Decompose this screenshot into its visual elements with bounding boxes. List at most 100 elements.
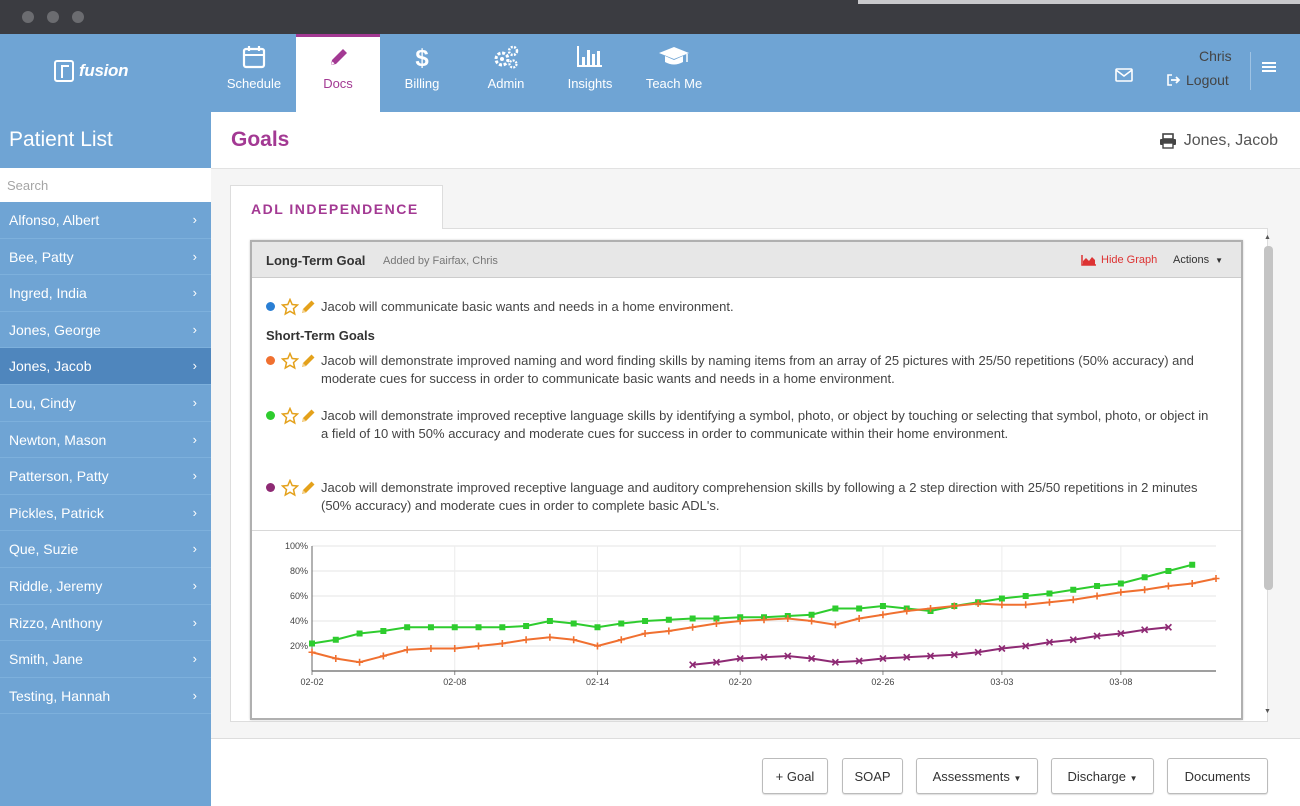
patient-list-item[interactable]: Smith, Jane › bbox=[0, 641, 211, 678]
short-term-goals-label: Short-Term Goals bbox=[266, 328, 375, 343]
calendar-icon bbox=[242, 46, 266, 69]
chart-y-tick-label: 40% bbox=[290, 616, 308, 626]
patient-name: Testing, Hannah bbox=[9, 687, 111, 704]
chart-data-point bbox=[356, 630, 363, 637]
patient-name: Ingred, India bbox=[9, 285, 87, 302]
goal-card-title: Long-Term Goal bbox=[266, 253, 366, 268]
printer-icon[interactable] bbox=[1159, 133, 1177, 149]
patient-list: Alfonso, Albert › Bee, Patty › Ingred, Ind… bbox=[0, 202, 211, 715]
nav-tab-label: Teach Me bbox=[645, 76, 703, 91]
discharge-dropdown[interactable]: Discharge ▼ bbox=[1051, 758, 1154, 794]
fusion-logo[interactable]: fusion bbox=[54, 60, 129, 82]
soap-button[interactable]: SOAP bbox=[842, 758, 903, 794]
patient-name: Jones, George bbox=[9, 321, 101, 338]
actions-label: Actions bbox=[1173, 254, 1210, 266]
short-term-goal-row: Jacob will demonstrate improved receptiv… bbox=[266, 407, 1211, 443]
nav-tab-label: Admin bbox=[487, 76, 525, 91]
nav-tab-admin[interactable]: Admin bbox=[464, 34, 548, 112]
patient-list-item[interactable]: Patterson, Patty › bbox=[0, 458, 211, 495]
chart-data-point bbox=[1070, 586, 1077, 593]
page-header: Goals Jones, Jacob bbox=[211, 112, 1300, 169]
chart-series-line bbox=[311, 563, 1193, 645]
mail-icon[interactable] bbox=[1115, 68, 1133, 82]
scroll-up-icon[interactable]: ▲ bbox=[1264, 234, 1271, 241]
patient-list-item[interactable]: Jones, George › bbox=[0, 312, 211, 349]
chart-data-point bbox=[642, 618, 649, 624]
actions-dropdown[interactable]: Actions ▼ bbox=[1173, 254, 1223, 266]
hide-graph-button[interactable]: Hide Graph bbox=[1081, 254, 1157, 266]
chart-x-tick-label: 02-08 bbox=[443, 677, 466, 687]
goal-color-dot bbox=[266, 356, 275, 365]
patient-name: Patterson, Patty bbox=[9, 468, 109, 485]
patient-list-item[interactable]: Lou, Cindy › bbox=[0, 385, 211, 422]
chart-data-point bbox=[499, 624, 506, 631]
chart-y-tick-label: 80% bbox=[290, 566, 308, 576]
chart-data-point bbox=[1117, 580, 1124, 587]
scrollbar[interactable]: ▲ ▼ bbox=[1262, 234, 1274, 718]
documents-button[interactable]: Documents bbox=[1167, 758, 1268, 794]
star-icon[interactable] bbox=[281, 407, 299, 425]
pencil-icon[interactable] bbox=[299, 407, 317, 425]
nav-tab-schedule[interactable]: Schedule bbox=[212, 34, 296, 112]
chevron-right-icon: › bbox=[192, 248, 197, 264]
pencil-icon[interactable] bbox=[299, 352, 317, 370]
window-titlebar bbox=[0, 0, 1300, 34]
chart-data-point bbox=[1164, 582, 1172, 590]
nav-tab-billing[interactable]: $ Billing bbox=[380, 34, 464, 112]
window-edge bbox=[858, 0, 1300, 4]
star-icon[interactable] bbox=[281, 352, 299, 370]
patient-list-item[interactable]: Newton, Mason › bbox=[0, 422, 211, 459]
goal-progress-chart: 20% 40% 60% 80% 100% 02-02 02-08 02-14 02-20 02-2… bbox=[285, 541, 1220, 687]
tab-adl-independence[interactable]: ADL INDEPENDENCE bbox=[230, 185, 443, 229]
chart-data-point bbox=[380, 628, 387, 634]
chevron-right-icon: › bbox=[192, 468, 197, 484]
star-icon[interactable] bbox=[281, 479, 299, 497]
chart-x-tick-label: 03-08 bbox=[1109, 677, 1132, 687]
scroll-down-icon[interactable]: ▼ bbox=[1264, 708, 1271, 715]
chart-data-point bbox=[665, 627, 673, 635]
chart-data-point bbox=[879, 611, 887, 619]
chart-data-point bbox=[1188, 580, 1196, 587]
chart-data-point bbox=[1165, 568, 1172, 574]
patient-list-item[interactable]: Riddle, Jeremy › bbox=[0, 568, 211, 605]
patient-list-item[interactable]: Alfonso, Albert › bbox=[0, 202, 211, 239]
assessments-dropdown[interactable]: Assessments ▼ bbox=[916, 758, 1038, 794]
star-icon[interactable] bbox=[281, 298, 299, 316]
patient-list-item-selected[interactable]: Jones, Jacob › bbox=[0, 348, 211, 385]
chart-data-point bbox=[475, 642, 483, 650]
chart-data-point bbox=[594, 624, 601, 631]
patient-name: Que, Suzie bbox=[9, 541, 79, 558]
patient-search-input[interactable] bbox=[0, 168, 211, 202]
current-patient: Jones, Jacob bbox=[1159, 132, 1278, 150]
goal-color-dot bbox=[266, 483, 275, 492]
add-goal-button[interactable]: + Goal bbox=[762, 758, 828, 794]
nav-tab-insights[interactable]: Insights bbox=[548, 34, 632, 112]
patient-list-item[interactable]: Bee, Patty › bbox=[0, 239, 211, 276]
patient-list-item[interactable]: Que, Suzie › bbox=[0, 531, 211, 568]
pencil-icon[interactable] bbox=[299, 479, 317, 497]
chevron-right-icon: › bbox=[192, 687, 197, 703]
documents-label: Documents bbox=[1184, 769, 1251, 784]
short-term-goal-text: Jacob will demonstrate improved naming a… bbox=[321, 353, 1194, 386]
window-minimize-dot[interactable] bbox=[47, 11, 59, 23]
patient-list-item[interactable]: Rizzo, Anthony › bbox=[0, 605, 211, 642]
chart-data-point bbox=[1045, 598, 1053, 606]
discharge-label: Discharge bbox=[1067, 769, 1126, 784]
long-term-goal-card: Long-Term Goal Added by Fairfax, Chris H… bbox=[250, 240, 1243, 720]
patient-list-item[interactable]: Ingred, India › bbox=[0, 275, 211, 312]
nav-tab-teach-me[interactable]: Teach Me bbox=[632, 34, 716, 112]
window-maximize-dot[interactable] bbox=[72, 11, 84, 23]
chevron-right-icon: › bbox=[192, 577, 197, 593]
pencil-icon[interactable] bbox=[299, 298, 317, 316]
patient-list-item[interactable]: Pickles, Patrick › bbox=[0, 495, 211, 532]
pencil-icon bbox=[331, 49, 347, 65]
patient-list-item[interactable]: Testing, Hannah › bbox=[0, 678, 211, 715]
chart-data-point bbox=[856, 605, 863, 612]
chart-data-point bbox=[1141, 574, 1148, 581]
logout-link[interactable]: Logout bbox=[1167, 72, 1229, 88]
hamburger-menu-icon[interactable] bbox=[1262, 60, 1276, 74]
window-close-dot[interactable] bbox=[22, 11, 34, 23]
chevron-right-icon: › bbox=[192, 541, 197, 557]
scrollbar-thumb[interactable] bbox=[1264, 246, 1273, 590]
nav-tab-docs[interactable]: Docs bbox=[296, 34, 380, 112]
